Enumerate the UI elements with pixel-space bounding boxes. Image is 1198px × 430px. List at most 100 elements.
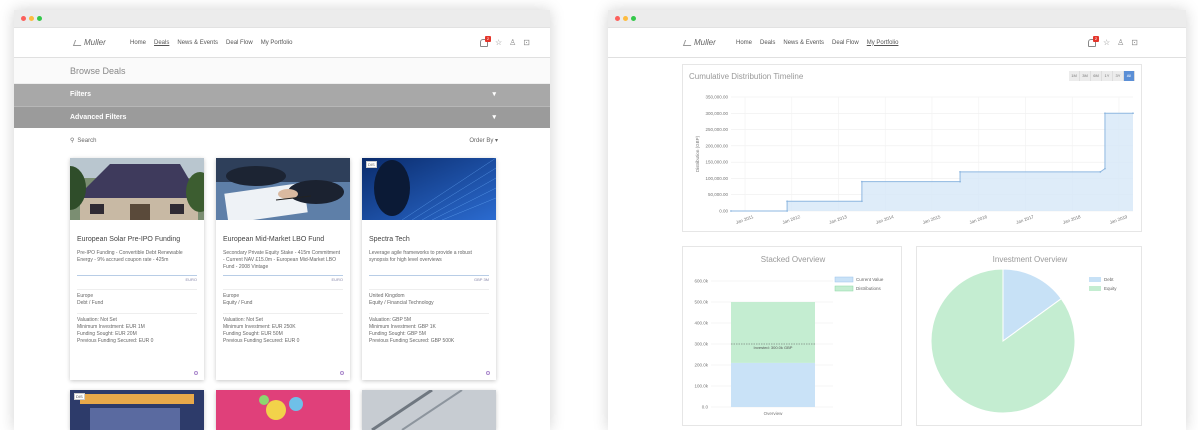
data-point bbox=[959, 171, 961, 173]
x-tick-label: Jan 2013 bbox=[828, 214, 848, 225]
data-point bbox=[786, 200, 788, 203]
logo[interactable]: Muller bbox=[72, 38, 106, 47]
nav-deals[interactable]: Deals bbox=[760, 40, 775, 46]
bar-current-value bbox=[731, 362, 815, 407]
close-window-button[interactable] bbox=[21, 16, 26, 21]
user-icon[interactable]: ♙ bbox=[1117, 38, 1124, 47]
y-tick-label: 500.0k bbox=[694, 300, 708, 305]
data-point bbox=[1104, 167, 1106, 170]
minimize-window-button[interactable] bbox=[29, 16, 34, 21]
advanced-filters-toggle[interactable]: Advanced Filters ▾ bbox=[14, 106, 550, 128]
deal-cards: European Solar Pre-IPO Funding Pre-IPO F… bbox=[70, 158, 496, 380]
top-navbar: Muller Home Deals News & Events Deal Flo… bbox=[608, 28, 1186, 58]
timeline-panel: Cumulative Distribution Timeline 1M 3M 6… bbox=[682, 64, 1142, 232]
deal-previous-funding: Previous Funding Secured: EUR 0 bbox=[77, 338, 154, 344]
star-icon[interactable]: ☆ bbox=[1103, 38, 1110, 47]
nav-deal-flow[interactable]: Deal Flow bbox=[226, 40, 253, 46]
info-icon[interactable] bbox=[486, 371, 490, 375]
deal-region: Europe bbox=[223, 293, 240, 299]
notifications-icon[interactable]: 2 bbox=[1087, 35, 1099, 47]
nav-news-events[interactable]: News & Events bbox=[783, 40, 824, 46]
data-point bbox=[1132, 112, 1134, 115]
deal-type: Equity / Financial Technology bbox=[369, 300, 434, 306]
y-axis-label: Distribution (GBP) bbox=[695, 135, 700, 172]
nav-icons: 2 ☆ ♙ ⊡ bbox=[1087, 35, 1138, 47]
deal-region: Europe bbox=[77, 293, 94, 299]
deal-previous-funding: Previous Funding Secured: EUR 0 bbox=[223, 338, 300, 344]
info-icon[interactable] bbox=[194, 371, 198, 375]
window-titlebar bbox=[14, 10, 550, 28]
logo[interactable]: Muller bbox=[682, 38, 716, 47]
divider bbox=[369, 275, 489, 276]
legend-swatch bbox=[834, 285, 854, 292]
nav-icons: 2 ☆ ♙ ⊡ bbox=[479, 35, 530, 47]
deal-currency: EURO bbox=[331, 277, 343, 282]
deal-type: Debt / Fund bbox=[77, 300, 104, 306]
deal-card[interactable]: European Solar Pre-IPO Funding Pre-IPO F… bbox=[70, 158, 204, 380]
filters-label: Filters bbox=[70, 91, 92, 98]
main-nav: Home Deals News & Events Deal Flow My Po… bbox=[736, 40, 898, 46]
deal-card[interactable]: DIS bbox=[70, 390, 204, 430]
nav-home[interactable]: Home bbox=[736, 40, 752, 46]
deal-currency: EURO bbox=[185, 277, 197, 282]
timeline-chart: 0.00 50,000.00 100,000.00 150,000.00 200,000… bbox=[695, 95, 1134, 225]
deal-card[interactable]: DIS Spectra Tech Leverage agile framewor… bbox=[362, 158, 496, 380]
y-tick-label: 350,000.00 bbox=[705, 95, 728, 100]
info-icon[interactable] bbox=[340, 371, 344, 375]
maximize-window-button[interactable] bbox=[631, 16, 636, 21]
x-tick-label: Jan 2016 bbox=[969, 214, 989, 225]
search-input[interactable]: ⚲ Search bbox=[70, 137, 96, 145]
user-icon[interactable]: ♙ bbox=[509, 38, 516, 47]
deal-previous-funding: Previous Funding Secured: GBP 500K bbox=[369, 338, 455, 344]
logo-mark-icon bbox=[72, 39, 84, 46]
deal-funding-sought: Funding Sought: EUR 20M bbox=[77, 331, 137, 337]
logout-icon[interactable]: ⊡ bbox=[523, 38, 530, 47]
y-tick-label: 300,000.00 bbox=[705, 111, 728, 116]
deal-description: Secondary Private Equity Stake - 415m Co… bbox=[223, 250, 340, 270]
nav-my-portfolio[interactable]: My Portfolio bbox=[867, 40, 899, 46]
nav-deals[interactable]: Deals bbox=[154, 40, 169, 46]
logout-icon[interactable]: ⊡ bbox=[1131, 38, 1138, 47]
filters-toggle[interactable]: Filters ▾ bbox=[14, 84, 550, 106]
data-point bbox=[860, 200, 863, 203]
deal-currency: GBP 3M bbox=[473, 277, 489, 282]
deal-region: United Kingdom bbox=[369, 293, 405, 299]
nav-my-portfolio[interactable]: My Portfolio bbox=[261, 40, 293, 46]
logo-mark-icon bbox=[682, 39, 694, 46]
search-row: ⚲ Search Order By ▾ bbox=[14, 128, 550, 154]
deal-card[interactable] bbox=[362, 390, 496, 430]
notifications-icon[interactable]: 2 bbox=[479, 35, 491, 47]
deal-title[interactable]: European Solar Pre-IPO Funding bbox=[77, 236, 197, 243]
y-tick-label: 400.0k bbox=[694, 321, 708, 326]
y-tick-label: 600.0k bbox=[694, 279, 708, 284]
deal-min-investment: Minimum Investment: EUR 1M bbox=[77, 324, 145, 330]
y-tick-label: 0.00 bbox=[719, 209, 728, 214]
y-tick-label: 200.0k bbox=[694, 363, 708, 368]
close-window-button[interactable] bbox=[615, 16, 620, 21]
order-by-dropdown[interactable]: Order By ▾ bbox=[469, 137, 498, 144]
deal-description: Pre-IPO Funding - Convertible Debt Renew… bbox=[77, 250, 183, 263]
search-icon: ⚲ bbox=[70, 138, 75, 144]
nav-home[interactable]: Home bbox=[130, 40, 146, 46]
deal-card[interactable]: European Mid-Market LBO Fund Secondary P… bbox=[216, 158, 350, 380]
star-icon[interactable]: ☆ bbox=[495, 38, 502, 47]
deal-min-investment: Minimum Investment: GBP 1K bbox=[369, 324, 436, 330]
nav-news-events[interactable]: News & Events bbox=[177, 40, 218, 46]
deal-title[interactable]: Spectra Tech bbox=[369, 236, 489, 243]
deal-funding-sought: Funding Sought: GBP 5M bbox=[369, 331, 426, 337]
deal-min-investment: Minimum Investment: EUR 250K bbox=[223, 324, 296, 330]
maximize-window-button[interactable] bbox=[37, 16, 42, 21]
deal-valuation: Valuation: Not Set bbox=[77, 317, 117, 323]
deal-valuation: Valuation: GBP 5M bbox=[369, 317, 412, 323]
legend-swatch bbox=[834, 276, 854, 283]
legend-label: Equity bbox=[1104, 286, 1117, 291]
minimize-window-button[interactable] bbox=[623, 16, 628, 21]
deal-title[interactable]: European Mid-Market LBO Fund bbox=[223, 236, 343, 243]
nav-deal-flow[interactable]: Deal Flow bbox=[832, 40, 859, 46]
legend-label: Current Value bbox=[856, 277, 884, 282]
data-point bbox=[959, 180, 961, 183]
deal-card[interactable] bbox=[216, 390, 350, 430]
deal-image-tech: DIS bbox=[362, 158, 496, 220]
deal-image-handshake bbox=[216, 158, 350, 220]
top-navbar: Muller Home Deals News & Events Deal Flo… bbox=[14, 28, 550, 58]
